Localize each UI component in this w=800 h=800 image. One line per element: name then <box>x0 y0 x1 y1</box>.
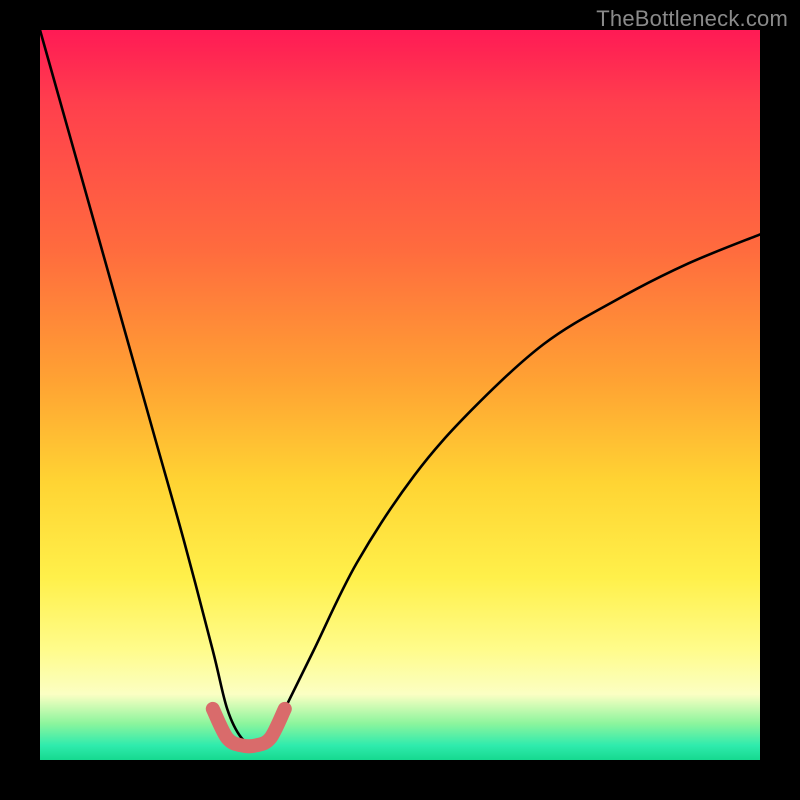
curve-layer <box>40 30 760 760</box>
chart-frame: TheBottleneck.com <box>0 0 800 800</box>
attribution-label: TheBottleneck.com <box>596 6 788 32</box>
plot-area <box>40 30 760 760</box>
bottleneck-curve <box>40 30 760 745</box>
valley-highlight <box>213 709 285 746</box>
